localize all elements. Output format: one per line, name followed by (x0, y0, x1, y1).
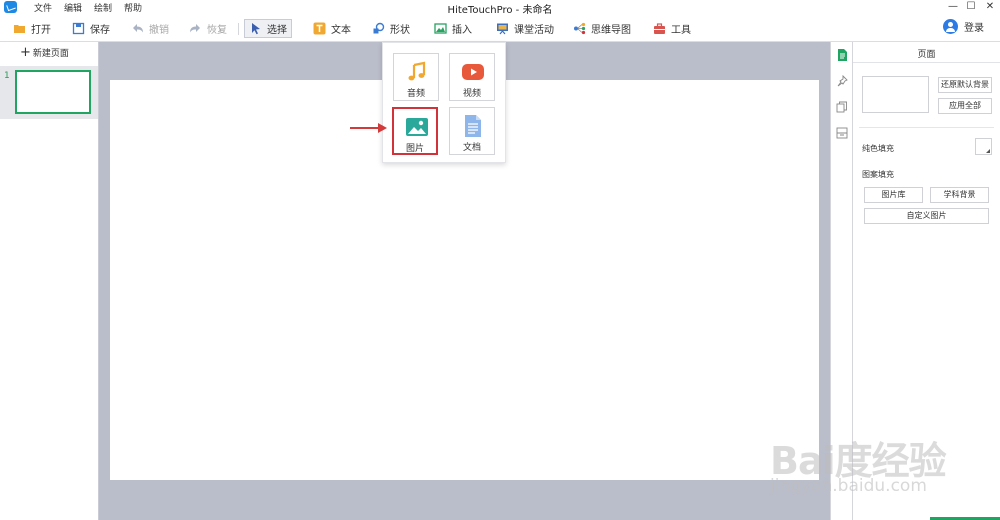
color-picker-swatch[interactable] (975, 138, 992, 155)
text-button[interactable]: 文本 (309, 19, 355, 38)
toolbox-icon (653, 22, 666, 35)
insert-audio-tile[interactable]: 音频 (393, 53, 439, 101)
page-number: 1 (4, 71, 10, 81)
menu-draw[interactable]: 绘制 (94, 1, 112, 14)
new-page-label: 新建页面 (32, 49, 69, 59)
classroom-activity-label: 课堂活动 (514, 25, 554, 36)
pattern-fill-label: 图案填充 (862, 170, 894, 179)
annotation-arrow-line (350, 127, 380, 129)
text-label: 文本 (331, 25, 351, 36)
select-button[interactable]: 选择 (244, 19, 292, 38)
insert-document-label: 文档 (462, 143, 481, 153)
mindmap-label: 思维导图 (591, 25, 631, 36)
panel-divider (853, 62, 1000, 63)
panel-divider (859, 127, 994, 128)
mindmap-icon (573, 22, 586, 35)
open-button[interactable]: 打开 (9, 19, 55, 38)
background-preview (862, 76, 929, 113)
menu-edit[interactable]: 编辑 (64, 1, 82, 14)
restore-default-bg-button[interactable]: 还原默认背景 (938, 77, 992, 93)
select-label: 选择 (267, 25, 287, 36)
music-note-icon (406, 61, 428, 83)
document-icon (462, 115, 484, 137)
floppy-disk-icon (72, 22, 85, 35)
layers-icon[interactable] (836, 101, 848, 113)
classroom-activity-button[interactable]: 课堂活动 (492, 19, 558, 38)
login-label: 登录 (964, 23, 984, 34)
page-settings-icon[interactable] (836, 49, 848, 61)
maximize-button[interactable]: ☐ (962, 0, 980, 15)
undo-button[interactable]: 撤销 (127, 19, 173, 38)
text-t-icon (313, 22, 326, 35)
menu-bar: 文件 编辑 绘制 帮助 (34, 1, 142, 14)
user-avatar-icon (943, 19, 958, 34)
image-library-button[interactable]: 图片库 (864, 187, 923, 203)
window-title: HiteTouchPro - 未命名 (447, 5, 553, 16)
shape-button[interactable]: 形状 (368, 19, 414, 38)
page-list-panel: + 新建页面 1 (0, 42, 99, 520)
shape-label: 形状 (390, 25, 410, 36)
toolbar-divider (238, 23, 239, 35)
shapes-icon (372, 22, 385, 35)
insert-label: 插入 (452, 25, 472, 36)
insert-image-icon (434, 22, 447, 35)
menu-help[interactable]: 帮助 (124, 1, 142, 14)
solid-fill-label: 纯色填充 (862, 144, 894, 153)
redo-label: 恢复 (207, 25, 227, 36)
login-button[interactable]: 登录 (943, 19, 984, 34)
open-label: 打开 (31, 25, 51, 36)
video-play-icon (462, 61, 484, 83)
plus-icon: + (20, 44, 31, 60)
pin-icon[interactable] (836, 74, 848, 87)
tools-label: 工具 (671, 25, 691, 36)
insert-picture-tile[interactable]: 图片 (392, 107, 438, 155)
close-button[interactable]: ✕ (981, 0, 999, 15)
baidu-watermark-url: jingyan.baidu.com (770, 476, 927, 496)
undo-label: 撤销 (149, 25, 169, 36)
new-page-button[interactable]: + 新建页面 (20, 44, 69, 60)
redo-button[interactable]: 恢复 (185, 19, 231, 38)
archive-icon[interactable] (836, 127, 848, 139)
save-button[interactable]: 保存 (68, 19, 114, 38)
insert-button[interactable]: 插入 (430, 19, 476, 38)
main-toolbar: 打开 保存 撤销 恢复 选择 文本 形状 插入 课堂活动 思维导图 工具 登录 (0, 15, 1000, 42)
insert-audio-label: 音频 (406, 89, 425, 99)
redo-arrow-icon (189, 22, 202, 35)
tools-button[interactable]: 工具 (649, 19, 695, 38)
cursor-arrow-icon (249, 22, 262, 35)
folder-icon (13, 22, 26, 35)
title-bar: 文件 编辑 绘制 帮助 HiteTouchPro - 未命名 — ☐ ✕ (0, 0, 1000, 16)
panel-title: 页面 (917, 50, 936, 60)
menu-file[interactable]: 文件 (34, 1, 52, 14)
undo-arrow-icon (131, 22, 144, 35)
annotation-arrow-head (378, 123, 387, 133)
picture-icon (406, 116, 428, 138)
insert-video-label: 视频 (462, 89, 481, 99)
insert-document-tile[interactable]: 文档 (449, 107, 495, 155)
save-label: 保存 (90, 25, 110, 36)
apply-all-button[interactable]: 应用全部 (938, 98, 992, 114)
page-thumbnail[interactable] (15, 70, 91, 114)
mindmap-button[interactable]: 思维导图 (569, 19, 635, 38)
insert-video-tile[interactable]: 视频 (449, 53, 495, 101)
insert-popup-menu: 音频 视频 图片 文档 (382, 42, 506, 163)
page-list-item[interactable]: 1 (0, 66, 98, 119)
app-logo-icon (4, 1, 17, 13)
classroom-board-icon (496, 22, 509, 35)
minimize-button[interactable]: — (944, 0, 962, 15)
insert-picture-label: 图片 (405, 144, 424, 154)
subject-background-button[interactable]: 学科背景 (930, 187, 989, 203)
custom-image-button[interactable]: 自定义图片 (864, 208, 989, 224)
